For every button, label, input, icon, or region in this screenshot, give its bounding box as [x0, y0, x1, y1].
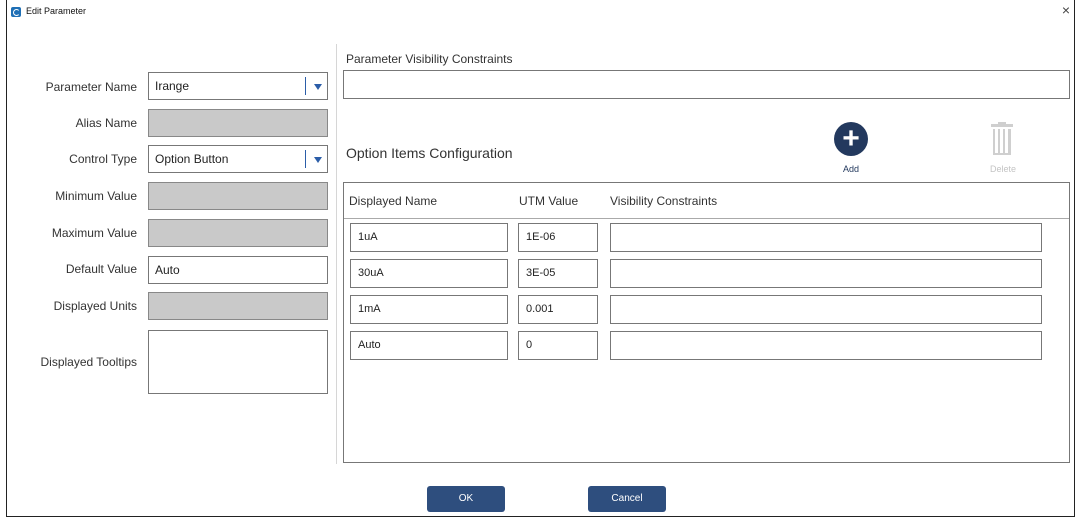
- minimum-value-field: [148, 182, 328, 210]
- default-value-input[interactable]: Auto: [148, 256, 328, 284]
- edit-parameter-dialog: Edit Parameter × Parameter Name Irange A…: [6, 0, 1075, 517]
- column-header-displayed-name: Displayed Name: [349, 194, 438, 208]
- add-label: Add: [842, 164, 859, 174]
- column-header-utm-value: UTM Value: [519, 194, 579, 208]
- parameter-name-label: Parameter Name: [45, 80, 137, 94]
- utm-value-cell[interactable]: 1E-06: [518, 223, 598, 252]
- alias-name-field: [148, 109, 328, 137]
- delete-label: Delete: [989, 164, 1016, 174]
- close-icon[interactable]: ×: [1062, 3, 1070, 17]
- displayed-tooltips-label: Displayed Tooltips: [40, 355, 138, 369]
- trash-icon: [993, 129, 1011, 155]
- displayed-tooltips-textarea[interactable]: [148, 330, 328, 394]
- maximum-value-field: [148, 219, 328, 247]
- utm-value-cell[interactable]: 0.001: [518, 295, 598, 324]
- displayed-name-cell[interactable]: 1mA: [350, 295, 508, 324]
- header-separator: [344, 218, 1069, 219]
- add-button[interactable]: + Add: [831, 122, 871, 180]
- visibility-constraints-title: Parameter Visibility Constraints: [346, 52, 513, 66]
- alias-name-label: Alias Name: [75, 116, 137, 130]
- app-logo-icon: [11, 7, 21, 17]
- visibility-constraint-cell[interactable]: [610, 223, 1042, 252]
- visibility-constraints-input[interactable]: [343, 70, 1070, 99]
- utm-value-cell[interactable]: 3E-05: [518, 259, 598, 288]
- cancel-button[interactable]: Cancel: [588, 486, 666, 512]
- control-type-label: Control Type: [69, 152, 137, 166]
- displayed-name-cell[interactable]: Auto: [350, 331, 508, 360]
- visibility-constraint-cell[interactable]: [610, 331, 1042, 360]
- visibility-constraint-cell[interactable]: [610, 295, 1042, 324]
- delete-button[interactable]: Delete: [983, 122, 1023, 180]
- window-title: Edit Parameter: [26, 6, 87, 16]
- default-value-label: Default Value: [65, 262, 137, 276]
- utm-value-cell[interactable]: 0: [518, 331, 598, 360]
- displayed-name-cell[interactable]: 1uA: [350, 223, 508, 252]
- control-type-dropdown[interactable]: Option Button: [148, 145, 328, 173]
- parameter-name-dropdown[interactable]: Irange: [148, 72, 328, 100]
- title-bar: Edit Parameter ×: [7, 0, 1074, 22]
- option-items-title: Option Items Configuration: [346, 145, 513, 161]
- control-type-value: Option Button: [155, 152, 229, 166]
- dropdown-separator: [305, 150, 306, 168]
- trash-lid: [991, 124, 1013, 127]
- displayed-name-cell[interactable]: 30uA: [350, 259, 508, 288]
- dropdown-separator: [305, 77, 306, 95]
- maximum-value-label: Maximum Value: [51, 226, 137, 240]
- chevron-down-icon[interactable]: [314, 157, 322, 163]
- visibility-constraint-cell[interactable]: [610, 259, 1042, 288]
- displayed-units-label: Displayed Units: [53, 299, 137, 313]
- minimum-value-label: Minimum Value: [55, 189, 137, 203]
- option-items-table: Displayed Name UTM Value Visibility Cons…: [343, 182, 1070, 463]
- column-header-visibility-constraints: Visibility Constraints: [610, 194, 718, 208]
- ok-button[interactable]: OK: [427, 486, 505, 512]
- vertical-divider: [336, 44, 337, 464]
- plus-circle-icon[interactable]: +: [834, 122, 868, 156]
- parameter-name-value: Irange: [155, 79, 190, 93]
- displayed-units-field: [148, 292, 328, 320]
- chevron-down-icon[interactable]: [314, 84, 322, 90]
